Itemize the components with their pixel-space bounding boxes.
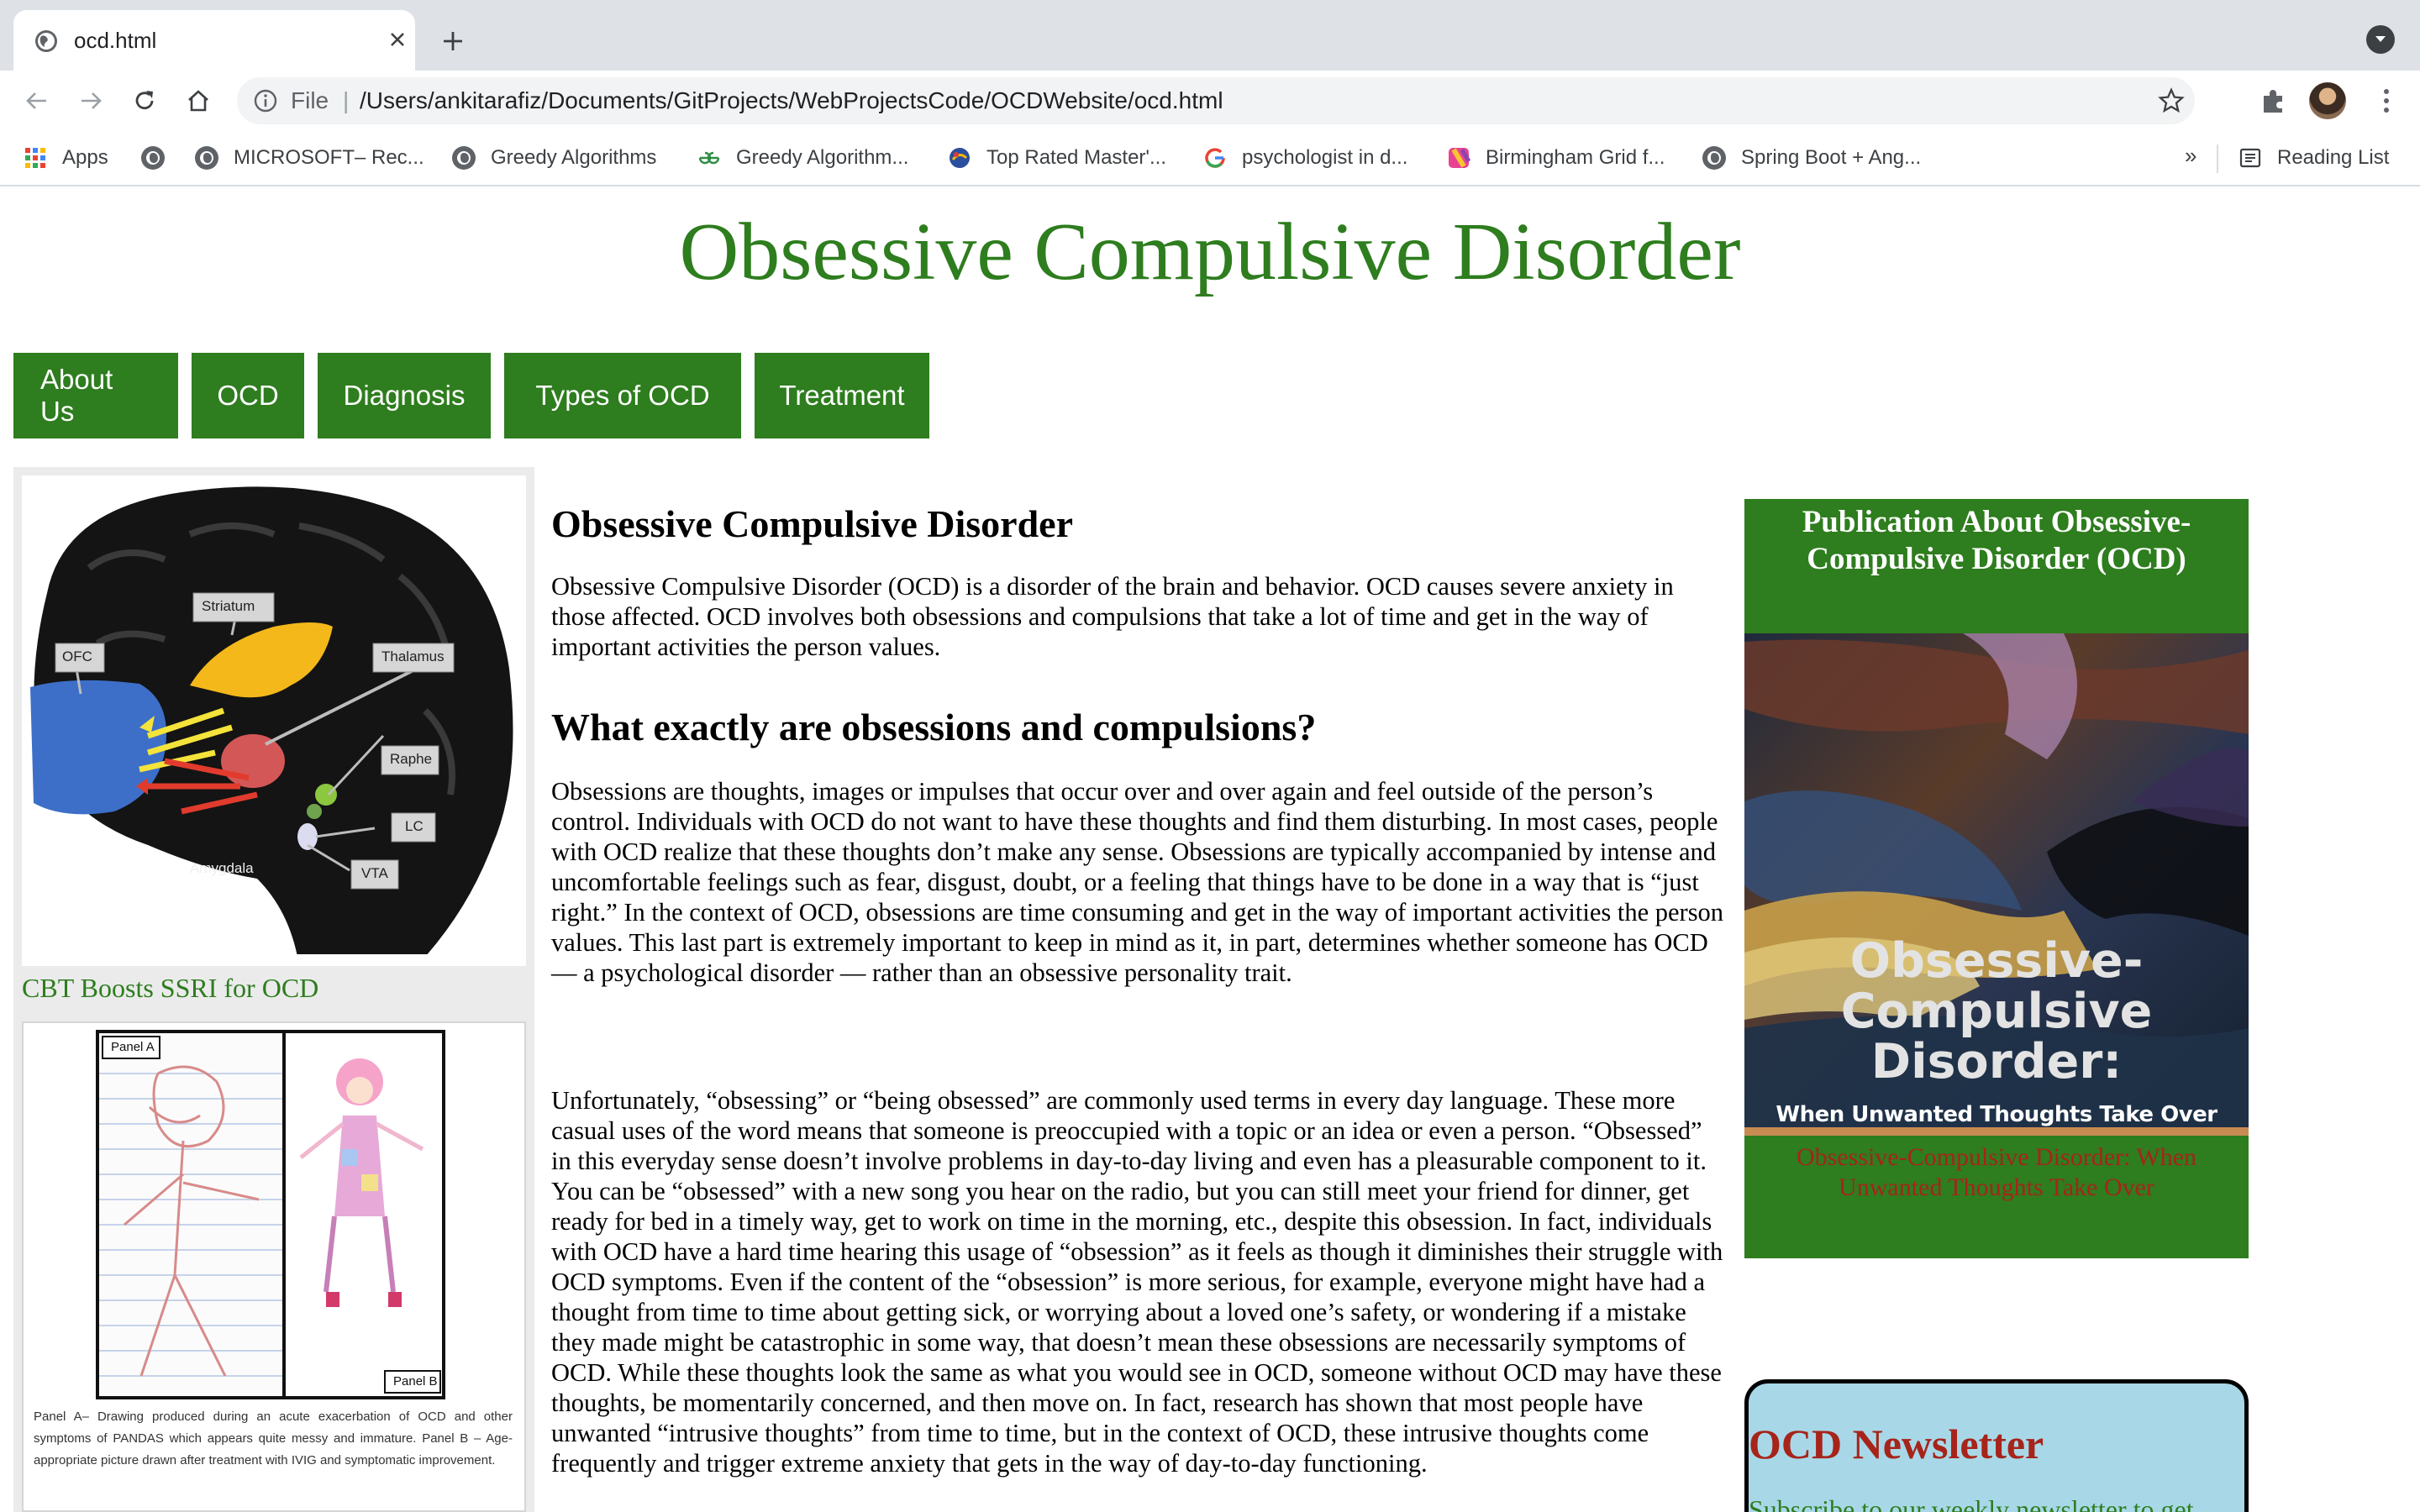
figure-caption: Panel A– Drawing produced during an acut…: [34, 1410, 513, 1467]
bookmark-greedy-algorithms[interactable]: Greedy Algorithms: [452, 143, 656, 173]
bookmarks-bar: Apps MICROSOFT– Rec... Greedy Algorithms…: [0, 131, 2420, 186]
close-tab-icon[interactable]: [383, 25, 412, 54]
nav-diagnosis[interactable]: Diagnosis: [318, 353, 491, 438]
address-scheme: File: [291, 87, 329, 113]
publication-title: Publication About Obsessive-Compulsive D…: [1802, 505, 2191, 576]
newsletter-box: OCD Newsletter Subscribe to our weekly n…: [1744, 1379, 2249, 1512]
globe-icon: [1702, 146, 1726, 170]
back-arrow-icon[interactable]: [18, 82, 55, 119]
bookmark-label: Greedy Algorithm...: [736, 146, 909, 169]
google-icon: [1205, 148, 1225, 168]
nav-ocd[interactable]: OCD: [192, 353, 304, 438]
label-raphe: Raphe: [390, 751, 433, 767]
bookmark-top-rated[interactable]: Top Rated Master'...: [948, 143, 1166, 173]
globe-icon: [35, 30, 57, 52]
bookmark-spring-boot[interactable]: Spring Boot + Ang...: [1702, 143, 1921, 173]
globe-icon: [452, 146, 476, 170]
publication-link[interactable]: Obsessive-Compulsive Disorder: When Unwa…: [1778, 1142, 2215, 1203]
bookmark-label: Top Rated Master'...: [986, 146, 1167, 169]
bookmark-greedy-algorithm-gfg[interactable]: Greedy Algorithm...: [697, 143, 908, 173]
browser-toolbar: File | /Users/ankitarafiz/Documents/GitP…: [0, 71, 2420, 131]
globe-icon: [195, 146, 218, 170]
site-icon: [950, 148, 970, 168]
site-title: Obsessive Compulsive Disorder: [679, 207, 1741, 297]
nav-treatment[interactable]: Treatment: [755, 353, 929, 438]
bookmark-label: Spring Boot + Ang...: [1741, 146, 1922, 169]
address-url[interactable]: /Users/ankitarafiz/Documents/GitProjects…: [360, 86, 1223, 116]
address-separator: |: [343, 87, 350, 113]
browser-tab[interactable]: ocd.html: [13, 10, 415, 71]
profile-avatar[interactable]: [2309, 82, 2346, 119]
publication-panel: Publication About Obsessive-Compulsive D…: [1744, 499, 2249, 1258]
newsletter-title: OCD Newsletter: [1749, 1420, 2044, 1467]
tab-strip: ocd.html: [0, 0, 2420, 71]
label-lc: LC: [405, 818, 424, 834]
left-sidebar: OFC Striatum Thalamus Raphe LC VTA Amygd…: [13, 467, 534, 1512]
bookmarks-overflow-chevron[interactable]: »: [2185, 143, 2196, 169]
bookmark-star-icon[interactable]: [2158, 87, 2185, 114]
cover-band: [1744, 1127, 2249, 1136]
info-icon[interactable]: [252, 87, 279, 114]
bookmark-psychologist[interactable]: psychologist in d...: [1203, 143, 1407, 173]
bookmark-birmingham-grid[interactable]: Birmingham Grid f...: [1447, 143, 1665, 173]
label-amygdala: Amygdala: [190, 860, 254, 876]
article-heading: Obsessive Compulsive Disorder: [551, 502, 1073, 545]
tab-title: ocd.html: [74, 28, 157, 53]
label-panel-a: Panel A: [111, 1040, 155, 1054]
bookmark-label: Apps: [62, 146, 108, 169]
main-nav: About Us OCD Diagnosis Types of OCD Trea…: [13, 353, 929, 438]
label-thalamus: Thalamus: [381, 648, 445, 664]
forward-arrow-icon[interactable]: [72, 82, 109, 119]
bookmark-globe[interactable]: [141, 143, 180, 173]
book-cover-image[interactable]: Obsessive-Compulsive Disorder: When Unwa…: [1744, 633, 2249, 1136]
newsletter-text: Subscribe to our weekly newsletter to ge…: [1749, 1494, 2194, 1512]
label-ofc: OFC: [62, 648, 92, 664]
bookmarks-divider: [2217, 144, 2218, 173]
nav-types-of-ocd[interactable]: Types of OCD: [504, 353, 741, 438]
label-vta: VTA: [361, 865, 388, 881]
bookmark-apps[interactable]: Apps: [24, 143, 108, 173]
bookmark-label: MICROSOFT– Rec...: [234, 146, 424, 169]
extensions-puzzle-icon[interactable]: [2259, 86, 2289, 116]
bookmark-microsoft[interactable]: MICROSOFT– Rec...: [195, 143, 424, 173]
cover-title: Obsessive-Compulsive Disorder:: [1840, 933, 2153, 1089]
pandas-drawings-image: Panel A Panel B Panel A– Drawing produce…: [22, 1021, 526, 1512]
address-bar[interactable]: File | /Users/ankitarafiz/Documents/GitP…: [237, 77, 2195, 124]
reading-list-icon: [2239, 148, 2261, 168]
tab-search-icon[interactable]: [2366, 25, 2395, 54]
label-panel-b: Panel B: [393, 1374, 438, 1389]
bookmark-label: Birmingham Grid f...: [1486, 146, 1665, 169]
cover-subtitle: When Unwanted Thoughts Take Over: [1776, 1102, 2217, 1127]
globe-icon: [141, 146, 165, 170]
article-paragraph: Obsessions are thoughts, images or impul…: [551, 777, 1724, 987]
new-tab-icon[interactable]: [435, 24, 471, 59]
apps-grid-icon: [25, 148, 45, 168]
label-striatum: Striatum: [202, 598, 255, 614]
nav-about-us[interactable]: About Us: [13, 353, 178, 438]
web-page: Obsessive Compulsive Disorder About Us O…: [0, 188, 2420, 1512]
article-subheading: What exactly are obsessions and compulsi…: [551, 706, 1317, 748]
more-menu-icon[interactable]: [2371, 84, 2402, 118]
site-icon: [1449, 148, 1470, 168]
article-paragraph: Unfortunately, “obsessing” or “being obs…: [551, 1086, 1723, 1478]
reading-list-button[interactable]: Reading List: [2238, 143, 2389, 173]
bookmark-label: psychologist in d...: [1242, 146, 1408, 169]
home-icon[interactable]: [180, 82, 217, 119]
reload-icon[interactable]: [126, 82, 163, 119]
figure-caption: CBT Boosts SSRI for OCD: [22, 973, 319, 1003]
reading-list-label: Reading List: [2277, 146, 2390, 169]
brain-diagram-image: OFC Striatum Thalamus Raphe LC VTA Amygd…: [22, 475, 526, 966]
bookmark-label: Greedy Algorithms: [491, 146, 657, 169]
geeksforgeeks-icon: [698, 151, 720, 165]
article-paragraph: Obsessive Compulsive Disorder (OCD) is a…: [551, 572, 1674, 661]
